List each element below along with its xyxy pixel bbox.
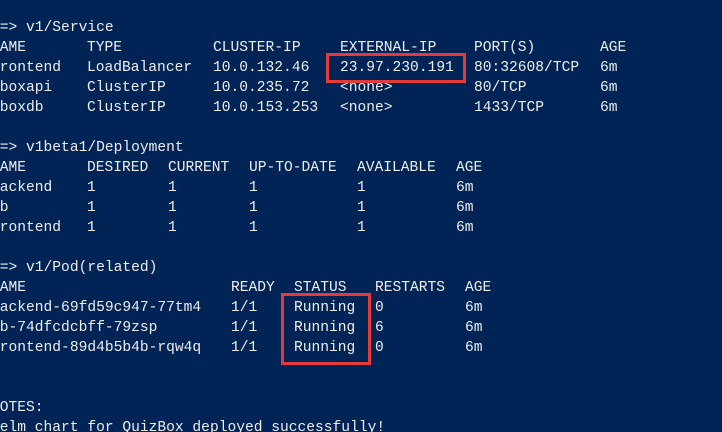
- service-ports: 80:32608/TCP: [474, 60, 580, 76]
- deployment-col-up-to-date: UP-TO-DATE: [249, 160, 337, 176]
- deployment-desired: 1: [87, 180, 96, 196]
- table-row: backend 1 1 1 1 6m: [0, 178, 722, 198]
- service-cluster-ip: 10.0.235.72: [213, 80, 310, 96]
- pod-name: db-74dfcdcbff-79zsp: [0, 320, 158, 336]
- deployment-desired: 1: [87, 200, 96, 216]
- service-col-age: AGE: [600, 40, 627, 56]
- table-row: qboxdb ClusterIP 10.0.153.253 <none> 143…: [0, 98, 722, 118]
- pod-restarts: 0: [375, 300, 384, 316]
- terminal-window[interactable]: ==> v1/Service NAME TYPE CLUSTER-IP EXTE…: [0, 0, 722, 432]
- deployment-age: 6m: [456, 180, 474, 196]
- deployment-current: 1: [168, 180, 177, 196]
- deployment-available: 1: [357, 180, 366, 196]
- service-age: 6m: [600, 80, 618, 96]
- service-external-ip: <none>: [340, 100, 393, 116]
- deployment-col-age: AGE: [456, 160, 483, 176]
- service-ports: 80/TCP: [474, 80, 527, 96]
- external-ip-highlight-box: [326, 53, 466, 83]
- deployment-up-to-date: 1: [249, 180, 258, 196]
- service-type: ClusterIP: [87, 80, 166, 96]
- pod-age: 6m: [465, 300, 483, 316]
- notes-header: NOTES:: [0, 400, 44, 416]
- service-cluster-ip: 10.0.132.46: [213, 60, 310, 76]
- service-type: LoadBalancer: [87, 60, 193, 76]
- service-col-type: TYPE: [87, 40, 123, 56]
- pods-col-ready: READY: [231, 280, 275, 296]
- deployment-col-current: CURRENT: [168, 160, 230, 176]
- deployment-available: 1: [357, 220, 366, 236]
- pods-col-age: AGE: [465, 280, 492, 296]
- deployment-desired: 1: [87, 220, 96, 236]
- pod-ready: 1/1: [231, 340, 258, 356]
- service-age: 6m: [600, 100, 618, 116]
- deployment-available: 1: [357, 200, 366, 216]
- notes-message: Helm chart for QuizBox deployed successf…: [0, 420, 386, 432]
- deployment-current: 1: [168, 200, 177, 216]
- deployment-age: 6m: [456, 200, 474, 216]
- service-name: qboxdb: [0, 100, 44, 116]
- service-cluster-ip: 10.0.153.253: [213, 100, 319, 116]
- service-col-name: NAME: [0, 40, 27, 56]
- pod-ready: 1/1: [231, 300, 258, 316]
- pod-restarts: 6: [375, 320, 384, 336]
- pods-col-name: NAME: [0, 280, 27, 296]
- pod-name: frontend-89d4b5b4b-rqw4q: [0, 340, 202, 356]
- service-section-header: ==> v1/Service: [0, 20, 114, 36]
- deployment-header-row: NAME DESIRED CURRENT UP-TO-DATE AVAILABL…: [0, 158, 722, 178]
- status-highlight-box: [281, 293, 371, 365]
- service-type: ClusterIP: [87, 100, 166, 116]
- deployment-current: 1: [168, 220, 177, 236]
- pod-restarts: 0: [375, 340, 384, 356]
- service-age: 6m: [600, 60, 618, 76]
- pods-col-restarts: RESTARTS: [375, 280, 446, 296]
- deployment-col-available: AVAILABLE: [357, 160, 436, 176]
- service-col-ports: PORT(S): [474, 40, 536, 56]
- deployment-up-to-date: 1: [249, 220, 258, 236]
- pod-age: 6m: [465, 320, 483, 336]
- service-name: frontend: [0, 60, 62, 76]
- deployment-col-name: NAME: [0, 160, 27, 176]
- deployment-name: db: [0, 200, 9, 216]
- deployment-section-header: ==> v1beta1/Deployment: [0, 140, 184, 156]
- deployment-up-to-date: 1: [249, 200, 258, 216]
- deployment-name: frontend: [0, 220, 62, 236]
- pod-age: 6m: [465, 340, 483, 356]
- pods-section-header: ==> v1/Pod(related): [0, 260, 158, 276]
- table-row: frontend 1 1 1 1 6m: [0, 218, 722, 238]
- service-name: qboxapi: [0, 80, 53, 96]
- pod-name: backend-69fd59c947-77tm4: [0, 300, 202, 316]
- service-col-cluster-ip: CLUSTER-IP: [213, 40, 301, 56]
- deployment-age: 6m: [456, 220, 474, 236]
- deployment-name: backend: [0, 180, 53, 196]
- service-ports: 1433/TCP: [474, 100, 545, 116]
- deployment-col-desired: DESIRED: [87, 160, 149, 176]
- table-row: db 1 1 1 1 6m: [0, 198, 722, 218]
- pod-ready: 1/1: [231, 320, 258, 336]
